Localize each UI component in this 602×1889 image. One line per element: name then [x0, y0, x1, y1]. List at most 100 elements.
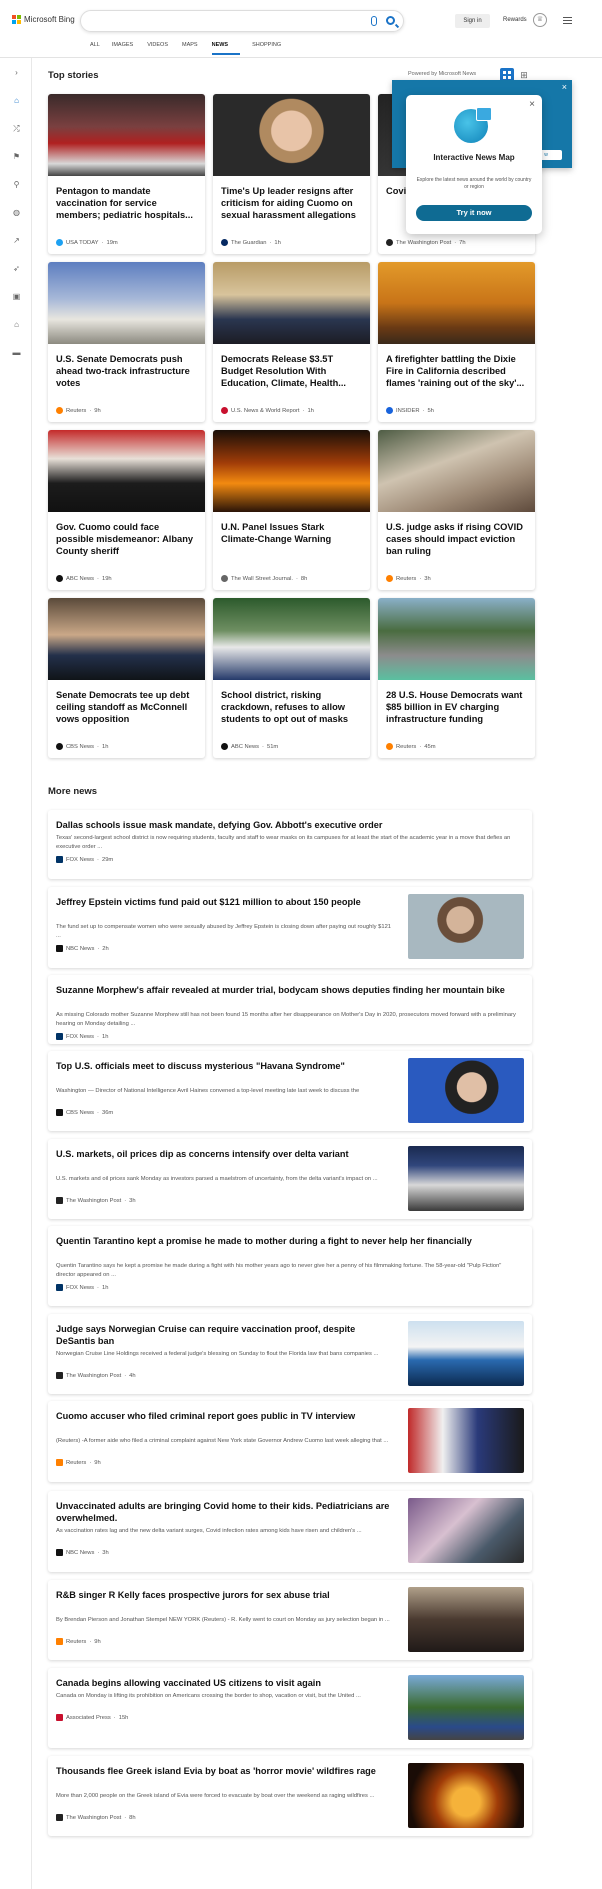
story-image[interactable]	[213, 430, 370, 512]
news-title[interactable]: Suzanne Morphew's affair revealed at mur…	[56, 984, 522, 996]
news-thumbnail[interactable]	[408, 1675, 524, 1740]
news-title[interactable]: R&B singer R Kelly faces prospective jur…	[56, 1589, 396, 1601]
tab-news[interactable]: NEWS	[211, 42, 241, 55]
story-image[interactable]	[48, 598, 205, 680]
story-card[interactable]: Gov. Cuomo could face possible misdemean…	[48, 430, 205, 590]
flag-icon[interactable]: ⚑	[12, 152, 21, 161]
try-it-now-button[interactable]: Try it now	[416, 205, 532, 221]
story-image[interactable]	[378, 262, 535, 344]
story-card[interactable]: 28 U.S. House Democrats want $85 billion…	[378, 598, 535, 758]
news-item[interactable]: U.S. markets, oil prices dip as concerns…	[48, 1139, 532, 1219]
home-icon[interactable]: ⌂	[12, 96, 21, 105]
news-item[interactable]: Thousands flee Greek island Evia by boat…	[48, 1756, 532, 1836]
story-title[interactable]: Time's Up leader resigns after criticism…	[221, 185, 363, 221]
news-thumbnail[interactable]	[408, 1587, 524, 1652]
film-icon[interactable]: ▣	[12, 292, 21, 301]
tab-maps[interactable]: MAPS	[182, 42, 212, 55]
bing-logo[interactable]: Microsoft Bing	[12, 15, 75, 24]
story-title[interactable]: Pentagon to mandate vaccination for serv…	[56, 185, 198, 221]
source-logo-icon	[56, 743, 63, 750]
source-name: Reuters	[66, 1638, 87, 1645]
story-image[interactable]	[213, 598, 370, 680]
microphone-icon[interactable]	[371, 16, 377, 26]
story-image[interactable]	[213, 94, 370, 176]
news-thumbnail[interactable]	[408, 1058, 524, 1123]
story-card[interactable]: U.N. Panel Issues Stark Climate-Change W…	[213, 430, 370, 590]
news-title[interactable]: Judge says Norwegian Cruise can require …	[56, 1323, 396, 1347]
story-title[interactable]: Senate Democrats tee up debt ceiling sta…	[56, 689, 198, 725]
news-thumbnail[interactable]	[408, 1408, 524, 1473]
news-title[interactable]: U.S. markets, oil prices dip as concerns…	[56, 1148, 396, 1160]
pin-icon[interactable]: ⚲	[12, 180, 21, 189]
tab-videos[interactable]: VIDEOS	[147, 42, 182, 55]
news-thumbnail[interactable]	[408, 1146, 524, 1211]
story-card[interactable]: Time's Up leader resigns after criticism…	[213, 94, 370, 254]
news-title[interactable]: Top U.S. officials meet to discuss myste…	[56, 1060, 396, 1072]
news-item[interactable]: Jeffrey Epstein victims fund paid out $1…	[48, 887, 532, 968]
menu-icon[interactable]	[563, 17, 572, 26]
news-item[interactable]: Canada begins allowing vaccinated US cit…	[48, 1668, 532, 1748]
tab-shopping[interactable]: SHOPPING	[252, 42, 293, 55]
expand-icon[interactable]: ›	[12, 68, 21, 77]
news-thumbnail[interactable]	[408, 1321, 524, 1386]
news-title[interactable]: Thousands flee Greek island Evia by boat…	[56, 1765, 396, 1777]
rocket-icon[interactable]: ➶	[12, 264, 21, 273]
search-input[interactable]	[80, 10, 404, 32]
story-image[interactable]	[378, 598, 535, 680]
bank-icon[interactable]: ⌂	[12, 320, 21, 329]
news-title[interactable]: Jeffrey Epstein victims fund paid out $1…	[56, 896, 396, 908]
news-thumbnail[interactable]	[408, 1763, 524, 1828]
tab-images[interactable]: IMAGES	[112, 42, 147, 55]
news-meta: The Washington Post · 3h	[56, 1197, 136, 1204]
story-card[interactable]: Senate Democrats tee up debt ceiling sta…	[48, 598, 205, 758]
news-thumbnail[interactable]	[408, 894, 524, 959]
story-title[interactable]: U.N. Panel Issues Stark Climate-Change W…	[221, 521, 363, 545]
news-item[interactable]: R&B singer R Kelly faces prospective jur…	[48, 1580, 532, 1660]
close-icon[interactable]: ×	[529, 99, 535, 110]
shuffle-icon[interactable]: ⤮	[12, 124, 21, 133]
story-image[interactable]	[48, 94, 205, 176]
close-icon[interactable]: ×	[562, 82, 567, 92]
story-image[interactable]	[48, 262, 205, 344]
popup-heading: Interactive News Map	[433, 153, 515, 162]
source-name: Reuters	[66, 407, 87, 414]
story-image[interactable]	[48, 430, 205, 512]
news-thumbnail[interactable]	[408, 1498, 524, 1563]
chart-icon[interactable]: ↗	[12, 236, 21, 245]
story-card[interactable]: Pentagon to mandate vaccination for serv…	[48, 94, 205, 254]
tab-all[interactable]: ALL	[90, 42, 112, 55]
story-title[interactable]: U.S. Senate Democrats push ahead two-tra…	[56, 353, 198, 389]
news-item[interactable]: Cuomo accuser who filed criminal report …	[48, 1401, 532, 1482]
globe-icon[interactable]: ◍	[12, 208, 21, 217]
story-title[interactable]: Democrats Release $3.5T Budget Resolutio…	[221, 353, 363, 389]
story-title[interactable]: School district, risking crackdown, refu…	[221, 689, 363, 725]
news-title[interactable]: Canada begins allowing vaccinated US cit…	[56, 1677, 396, 1689]
story-title[interactable]: 28 U.S. House Democrats want $85 billion…	[386, 689, 528, 725]
rewards-link[interactable]: Rewards	[503, 17, 527, 23]
news-item[interactable]: Dallas schools issue mask mandate, defyi…	[48, 810, 532, 879]
story-card[interactable]: School district, risking crackdown, refu…	[213, 598, 370, 758]
news-item[interactable]: Suzanne Morphew's affair revealed at mur…	[48, 975, 532, 1044]
news-item[interactable]: Top U.S. officials meet to discuss myste…	[48, 1051, 532, 1131]
story-card[interactable]: U.S. judge asks if rising COVID cases sh…	[378, 430, 535, 590]
source-name: Reuters	[66, 1459, 87, 1466]
news-title[interactable]: Cuomo accuser who filed criminal report …	[56, 1410, 396, 1422]
car-icon[interactable]: ▬	[12, 348, 21, 357]
story-title[interactable]: Gov. Cuomo could face possible misdemean…	[56, 521, 198, 557]
story-card[interactable]: U.S. Senate Democrats push ahead two-tra…	[48, 262, 205, 422]
story-image[interactable]	[378, 430, 535, 512]
story-image[interactable]	[213, 262, 370, 344]
news-title[interactable]: Quentin Tarantino kept a promise he made…	[56, 1235, 522, 1247]
search-icon[interactable]	[386, 16, 395, 25]
story-card[interactable]: Democrats Release $3.5T Budget Resolutio…	[213, 262, 370, 422]
trophy-icon[interactable]: ♕	[533, 13, 547, 27]
news-item[interactable]: Judge says Norwegian Cruise can require …	[48, 1314, 532, 1394]
story-title[interactable]: U.S. judge asks if rising COVID cases sh…	[386, 521, 528, 557]
news-title[interactable]: Unvaccinated adults are bringing Covid h…	[56, 1500, 396, 1524]
story-card[interactable]: A firefighter battling the Dixie Fire in…	[378, 262, 535, 422]
news-item[interactable]: Unvaccinated adults are bringing Covid h…	[48, 1491, 532, 1572]
news-item[interactable]: Quentin Tarantino kept a promise he made…	[48, 1226, 532, 1306]
story-title[interactable]: A firefighter battling the Dixie Fire in…	[386, 353, 528, 389]
news-title[interactable]: Dallas schools issue mask mandate, defyi…	[56, 819, 522, 831]
sign-in-button[interactable]: Sign in	[455, 14, 490, 28]
